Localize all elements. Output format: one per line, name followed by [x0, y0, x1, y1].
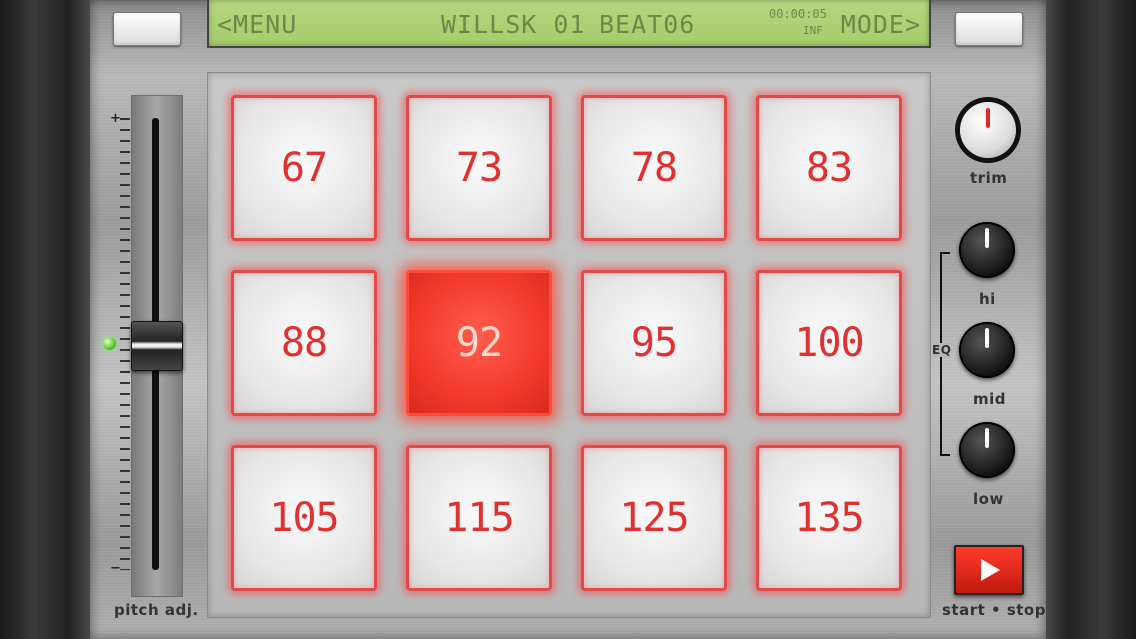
mid-label: mid	[973, 390, 1007, 408]
pad-3[interactable]: 78	[581, 95, 727, 241]
pad-label: 92	[455, 320, 503, 366]
lcd-kit-name: WILLSK 01	[441, 10, 586, 39]
pad-label: 67	[280, 145, 328, 191]
pad-label: 73	[455, 145, 503, 191]
fader-led-icon	[103, 337, 116, 350]
pad-label: 83	[805, 145, 853, 191]
pad-8[interactable]: 100	[756, 270, 902, 416]
lcd-menu-button[interactable]: <MENU	[217, 10, 297, 39]
pad-label: 88	[280, 320, 328, 366]
top-right-button[interactable]	[955, 12, 1023, 46]
pad-5[interactable]: 88	[231, 270, 377, 416]
lcd-mode-button[interactable]: MODE>	[841, 10, 921, 39]
lcd-display: <MENU WILLSK 01 BEAT06 00:00:05 INF MODE…	[207, 0, 931, 48]
trim-label: trim	[970, 169, 1008, 187]
pad-label: 78	[630, 145, 678, 191]
knob-notch	[985, 428, 989, 448]
lcd-time: 00:00:05	[769, 7, 827, 21]
pad-11[interactable]: 125	[581, 445, 727, 591]
fader-minus-label: −	[110, 561, 121, 576]
fader-plus-label: +	[110, 111, 121, 126]
pad-6-active[interactable]: 92	[406, 270, 552, 416]
pad-10[interactable]: 115	[406, 445, 552, 591]
hi-label: hi	[979, 290, 996, 308]
pad-4[interactable]: 83	[756, 95, 902, 241]
pitch-adj-label: pitch adj.	[114, 601, 199, 619]
knob-notch	[986, 108, 990, 128]
pad-label: 125	[619, 495, 689, 541]
pad-label: 95	[630, 320, 678, 366]
top-left-button[interactable]	[113, 12, 181, 46]
mid-knob[interactable]	[959, 322, 1015, 378]
low-label: low	[973, 490, 1004, 508]
pad-grid: 67 73 78 83 88 92 95 100 105 115 125 135	[207, 72, 931, 618]
pad-12[interactable]: 135	[756, 445, 902, 591]
pad-2[interactable]: 73	[406, 95, 552, 241]
lcd-beat-name: BEAT06	[599, 10, 696, 39]
pad-1[interactable]: 67	[231, 95, 377, 241]
pad-9[interactable]: 105	[231, 445, 377, 591]
pad-label: 105	[269, 495, 339, 541]
pad-label: 100	[794, 320, 864, 366]
eq-label: EQ	[932, 343, 952, 357]
knob-notch	[985, 228, 989, 248]
pad-label: 115	[444, 495, 514, 541]
play-icon	[981, 559, 1000, 581]
trim-knob[interactable]	[960, 102, 1016, 158]
pad-7[interactable]: 95	[581, 270, 727, 416]
pad-label: 135	[794, 495, 864, 541]
knob-notch	[985, 328, 989, 348]
start-stop-label: start • stop	[942, 601, 1046, 619]
pitch-fader-ticks	[120, 118, 130, 570]
hi-knob[interactable]	[959, 222, 1015, 278]
start-stop-button[interactable]	[954, 545, 1024, 595]
pitch-fader-handle[interactable]	[131, 321, 183, 371]
lcd-loop: INF	[803, 24, 823, 37]
low-knob[interactable]	[959, 422, 1015, 478]
